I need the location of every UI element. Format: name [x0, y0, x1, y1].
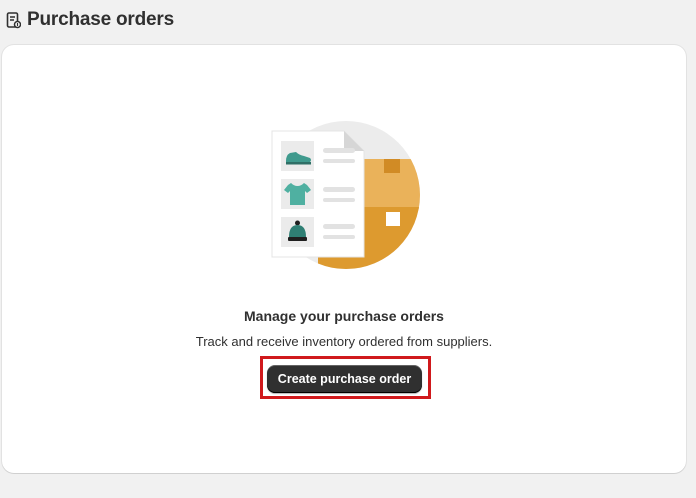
- create-purchase-order-button[interactable]: Create purchase order: [267, 365, 422, 393]
- empty-state-title: Manage your purchase orders: [244, 308, 444, 324]
- empty-state-description: Track and receive inventory ordered from…: [195, 334, 493, 349]
- purchase-order-icon: [6, 11, 21, 28]
- page-title: Purchase orders: [27, 9, 174, 30]
- empty-state-card: Manage your purchase orders Track and re…: [2, 45, 686, 473]
- purchase-orders-illustration: [271, 121, 420, 269]
- page-header: Purchase orders: [6, 8, 174, 32]
